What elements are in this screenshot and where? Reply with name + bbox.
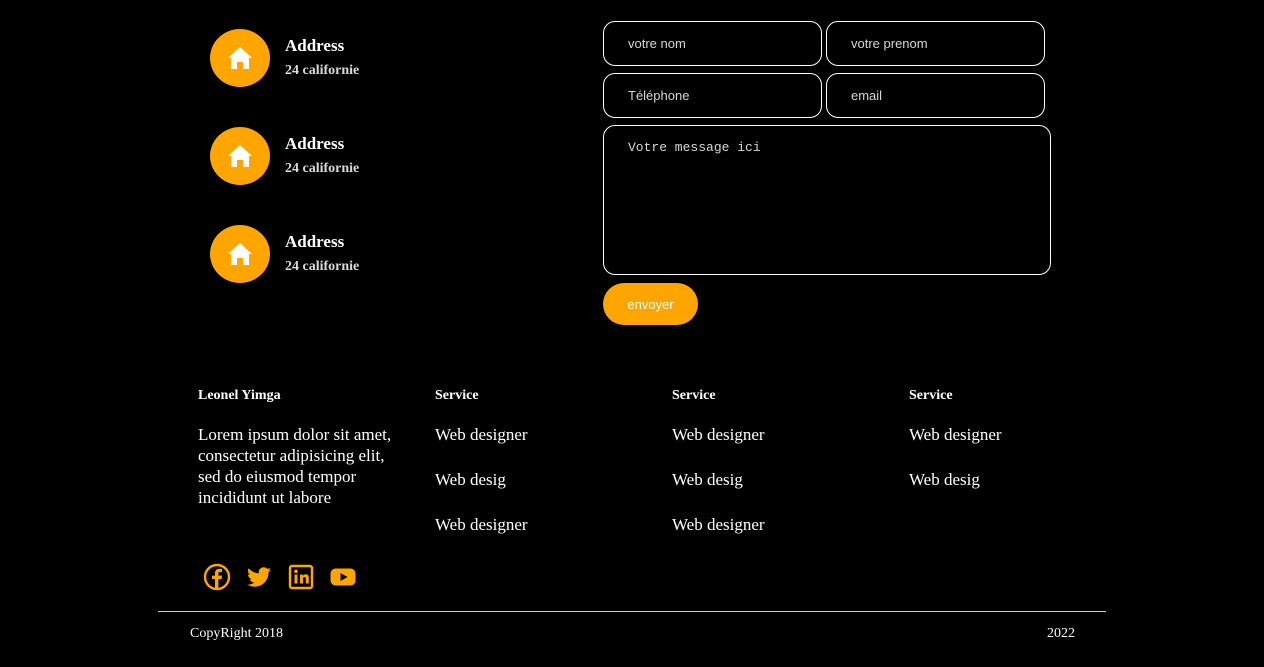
telephone-input[interactable] xyxy=(603,73,822,118)
footer-column-heading: Service xyxy=(909,388,953,403)
contact-item: Address 24 californie xyxy=(210,127,570,187)
home-icon-circle xyxy=(210,225,270,283)
footer-column-heading: Service xyxy=(435,388,479,403)
linkedin-icon[interactable] xyxy=(287,563,315,591)
youtube-icon[interactable] xyxy=(329,563,357,591)
contact-value: 24 californie xyxy=(285,259,360,274)
footer-about: Leonel Yimga Lorem ipsum dolor sit amet,… xyxy=(198,388,398,508)
footer-link[interactable]: Web designer xyxy=(435,514,635,535)
prenom-input[interactable] xyxy=(826,21,1045,66)
social-links xyxy=(203,563,357,591)
footer-service-column: Service Web designer Web desig Web desig… xyxy=(435,388,635,559)
home-icon xyxy=(228,243,252,265)
home-icon-circle xyxy=(210,127,270,185)
copyright-text: CopyRight 2018 xyxy=(190,626,283,641)
footer-link[interactable]: Web desig xyxy=(435,469,635,490)
year-text: 2022 xyxy=(1047,626,1075,641)
contact-item: Address 24 californie xyxy=(210,225,570,285)
contact-value: 24 californie xyxy=(285,161,360,176)
footer-link[interactable]: Web desig xyxy=(909,469,1109,490)
home-icon xyxy=(228,145,252,167)
email-input[interactable] xyxy=(826,73,1045,118)
twitter-icon[interactable] xyxy=(245,563,273,591)
facebook-icon[interactable] xyxy=(203,563,231,591)
contact-title: Address xyxy=(285,232,345,251)
home-icon xyxy=(228,47,252,69)
footer-link[interactable]: Web designer xyxy=(672,424,872,445)
message-textarea[interactable] xyxy=(603,125,1051,275)
contact-value: 24 californie xyxy=(285,63,360,78)
send-button[interactable]: envoyer xyxy=(603,283,698,325)
footer-link[interactable]: Web designer xyxy=(909,424,1109,445)
footer-service-column: Service Web designer Web desig Web desig… xyxy=(672,388,872,559)
nom-input[interactable] xyxy=(603,21,822,66)
footer-about-text: Lorem ipsum dolor sit amet, consectetur … xyxy=(198,425,392,507)
footer-link[interactable]: Web designer xyxy=(672,514,872,535)
contact-title: Address xyxy=(285,134,345,153)
footer-column-heading: Service xyxy=(672,388,716,403)
home-icon-circle xyxy=(210,29,270,87)
contact-title: Address xyxy=(285,36,345,55)
footer-link[interactable]: Web designer xyxy=(435,424,635,445)
footer-about-heading: Leonel Yimga xyxy=(198,388,281,403)
footer-service-column: Service Web designer Web desig xyxy=(909,388,1109,514)
contact-item: Address 24 californie xyxy=(210,29,570,89)
footer-divider xyxy=(158,611,1106,612)
footer-link[interactable]: Web desig xyxy=(672,469,872,490)
page: Address 24 californie Address 24 califor… xyxy=(0,0,1264,667)
